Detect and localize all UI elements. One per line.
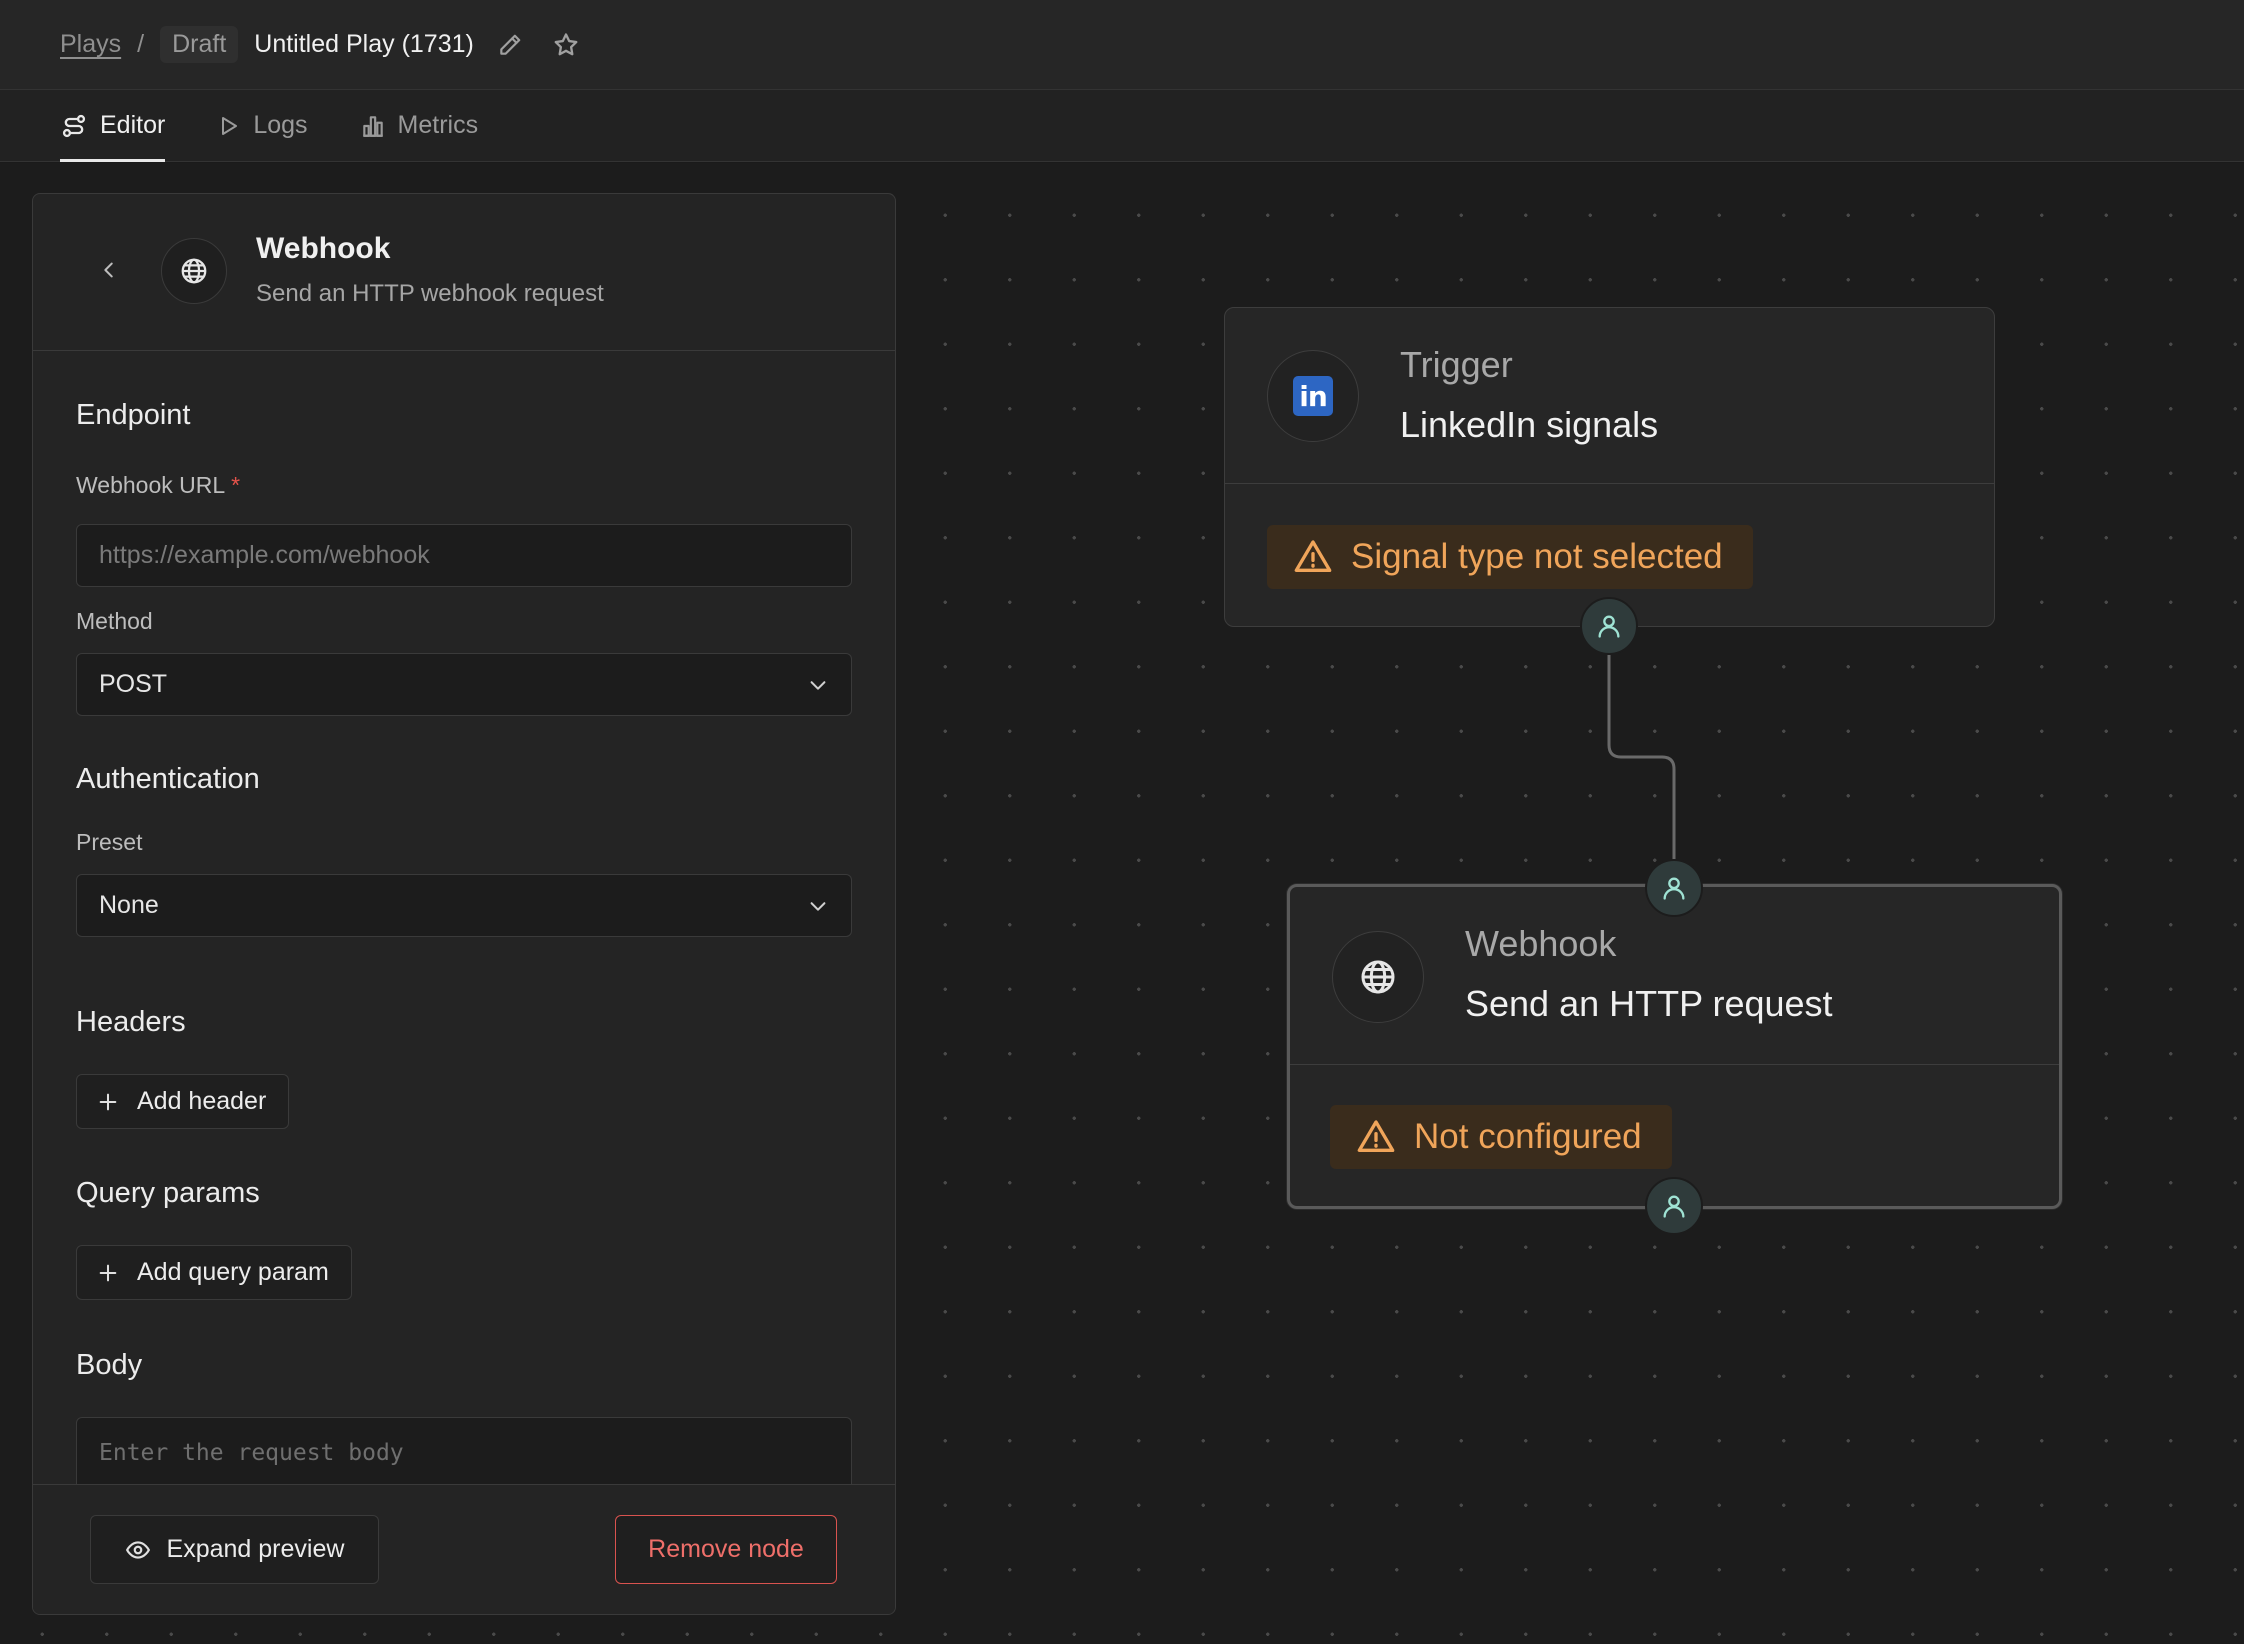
headers-section-title: Headers — [76, 1006, 186, 1038]
plus-icon — [99, 1264, 117, 1281]
user-icon — [1663, 877, 1685, 900]
method-label: Method — [76, 608, 153, 634]
trigger-warning-badge: Signal type not selected — [1267, 525, 1753, 589]
user-icon — [1598, 615, 1620, 638]
webhook-node-kind: Webhook — [1465, 923, 1617, 964]
method-value: POST — [99, 670, 168, 698]
add-header-button[interactable]: Add header — [76, 1074, 290, 1129]
query-params-section-title: Query params — [76, 1177, 260, 1209]
webhook-input-port[interactable] — [1645, 859, 1703, 917]
warning-icon — [1357, 1120, 1395, 1152]
panel-footer: Expand preview Remove node — [33, 1484, 895, 1614]
add-query-param-label: Add query param — [137, 1258, 329, 1286]
webhook-node[interactable]: Webhook Send an HTTP request Not configu… — [1287, 884, 2062, 1209]
method-select[interactable]: POST — [76, 653, 852, 716]
trigger-node[interactable]: in Trigger LinkedIn signals Signal type … — [1224, 307, 1995, 627]
trigger-node-header: in Trigger LinkedIn signals — [1225, 308, 1994, 484]
linkedin-logo: in — [1293, 376, 1333, 416]
chevron-down-icon — [810, 901, 826, 911]
warning-text: Not configured — [1414, 1117, 1642, 1156]
remove-node-button[interactable]: Remove node — [615, 1515, 837, 1584]
globe-icon — [161, 238, 227, 304]
back-button[interactable] — [91, 252, 127, 288]
linkedin-icon: in — [1267, 350, 1359, 442]
plus-icon — [99, 1093, 117, 1110]
expand-preview-button[interactable]: Expand preview — [90, 1515, 379, 1584]
webhook-url-label-text: Webhook URL — [76, 472, 226, 498]
webhook-warning-badge: Not configured — [1330, 1105, 1672, 1169]
add-query-param-button[interactable]: Add query param — [76, 1245, 352, 1300]
endpoint-section-title: Endpoint — [76, 399, 191, 431]
preset-label: Preset — [76, 829, 143, 855]
globe-icon — [1332, 931, 1424, 1023]
chevron-left-icon — [104, 262, 113, 278]
add-header-label: Add header — [137, 1087, 267, 1115]
chevron-down-icon — [810, 680, 826, 690]
body-section-title: Body — [76, 1349, 143, 1381]
webhook-url-label: Webhook URL * — [76, 472, 240, 499]
request-body-placeholder: Enter the request body — [99, 1440, 404, 1466]
panel-subtitle: Send an HTTP webhook request — [256, 280, 604, 307]
webhook-url-placeholder: https://example.com/webhook — [99, 541, 430, 569]
webhook-url-input[interactable]: https://example.com/webhook — [76, 524, 852, 587]
user-icon — [1663, 1195, 1685, 1218]
trigger-node-name: LinkedIn signals — [1400, 404, 1659, 445]
panel-title: Webhook — [256, 232, 391, 265]
webhook-output-port[interactable] — [1645, 1177, 1703, 1235]
panel-header: Webhook Send an HTTP webhook request — [33, 194, 895, 351]
preset-select[interactable]: None — [76, 874, 852, 937]
node-config-panel: Webhook Send an HTTP webhook request End… — [32, 193, 896, 1615]
required-mark: * — [231, 472, 241, 498]
expand-preview-label: Expand preview — [166, 1535, 345, 1563]
preset-value: None — [99, 891, 159, 919]
webhook-node-name: Send an HTTP request — [1465, 983, 1833, 1024]
remove-node-label: Remove node — [648, 1535, 804, 1563]
trigger-node-kind: Trigger — [1400, 344, 1513, 385]
authentication-section-title: Authentication — [76, 763, 260, 795]
trigger-output-port[interactable] — [1580, 597, 1638, 655]
warning-icon — [1294, 540, 1332, 572]
eye-icon — [125, 1540, 150, 1559]
warning-text: Signal type not selected — [1351, 537, 1723, 576]
